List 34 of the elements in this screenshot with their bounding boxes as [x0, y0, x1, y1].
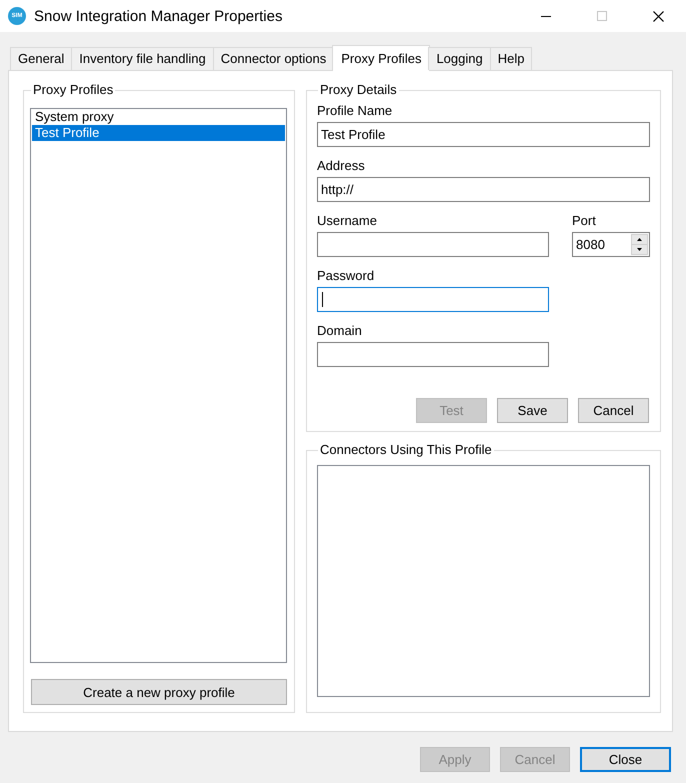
- field-label: Username: [317, 213, 378, 228]
- close-icon: [652, 10, 664, 22]
- tab[interactable]: Help: [490, 47, 532, 70]
- tab[interactable]: General: [10, 47, 72, 70]
- down-arrow-icon: [637, 248, 642, 251]
- maximize-icon: [597, 11, 607, 21]
- list-item[interactable]: Test Profile: [32, 125, 285, 141]
- action-button[interactable]: Cancel: [578, 398, 649, 423]
- field-label: Password: [317, 268, 376, 283]
- window-title: Snow Integration Manager Properties: [34, 8, 284, 24]
- tab[interactable]: Proxy Profiles: [332, 45, 430, 71]
- spin-down-button[interactable]: [631, 245, 648, 255]
- list-item[interactable]: System proxy: [32, 109, 285, 125]
- field-label: Port: [572, 213, 597, 228]
- action-button[interactable]: Save: [497, 398, 568, 423]
- field-label: Profile Name: [317, 103, 394, 118]
- group-title: Connectors Using This Profile: [319, 443, 493, 457]
- group-title: Proxy Details: [319, 83, 398, 97]
- text-cursor-icon: [322, 292, 323, 307]
- dialog-button[interactable]: Close: [580, 747, 671, 772]
- text-field[interactable]: [317, 232, 549, 257]
- text-field[interactable]: Test Profile: [317, 122, 650, 147]
- text-field[interactable]: [317, 287, 549, 312]
- field-label: Address: [317, 158, 366, 173]
- text-field[interactable]: http://: [317, 177, 650, 202]
- group-title: Proxy Profiles: [32, 83, 114, 97]
- up-arrow-icon: [637, 238, 642, 241]
- spin-up-button[interactable]: [631, 234, 648, 245]
- text-field[interactable]: [317, 342, 549, 367]
- create-profile-button[interactable]: Create a new proxy profile: [31, 679, 287, 705]
- field-label: Domain: [317, 323, 363, 338]
- profile-list[interactable]: System proxy Test Profile: [30, 108, 287, 663]
- tab[interactable]: Logging: [428, 47, 491, 70]
- number-spinner[interactable]: 8080: [572, 232, 650, 257]
